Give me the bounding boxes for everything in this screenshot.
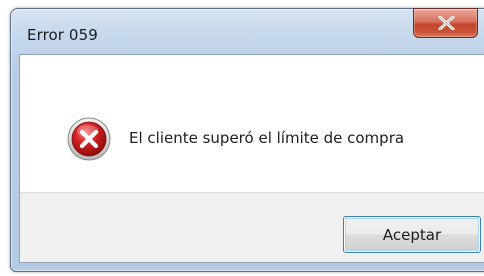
error-message: El cliente superó el límite de compra bbox=[129, 129, 405, 147]
error-icon bbox=[67, 117, 111, 161]
dialog-body: El cliente superó el límite de compra Ac… bbox=[19, 54, 484, 263]
close-icon bbox=[438, 16, 455, 30]
window-title: Error 059 bbox=[27, 26, 98, 44]
accept-button[interactable]: Aceptar bbox=[343, 216, 481, 253]
button-bar: Aceptar bbox=[20, 192, 484, 262]
title-bar[interactable]: Error 059 bbox=[11, 8, 484, 53]
message-area: El cliente superó el límite de compra bbox=[20, 55, 484, 192]
error-dialog-window: Error 059 El cliente superó el límite de… bbox=[10, 8, 484, 272]
close-button[interactable] bbox=[413, 8, 478, 38]
